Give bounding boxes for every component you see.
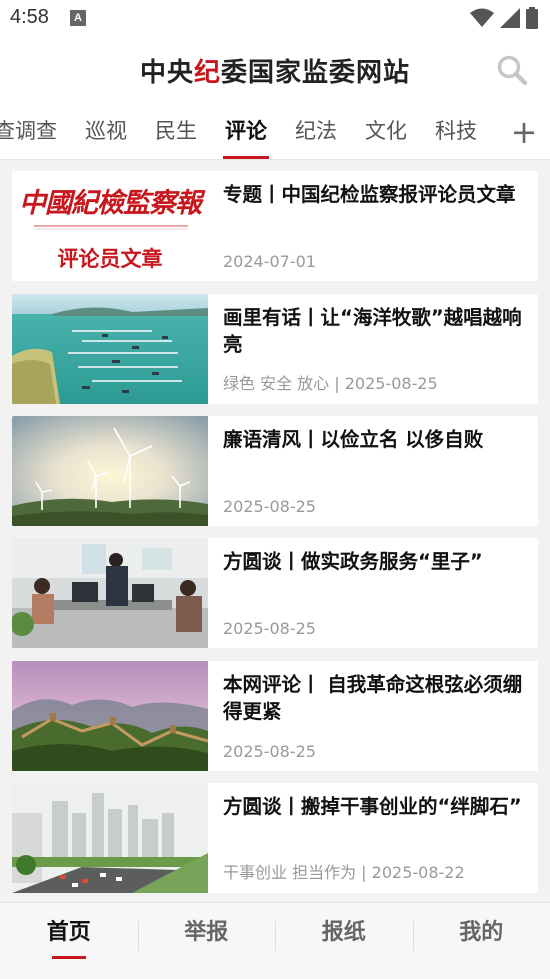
battery-icon [526,7,538,29]
tab-label: 民生 [155,119,197,143]
tab-diaocha[interactable]: 查调查 [0,104,71,159]
article-title: 方圆谈丨搬掉干事创业的“绊脚石” [223,795,522,818]
site-title-accent: 纪 [193,58,221,88]
article-thumbnail [12,294,208,404]
tab-label: 巡视 [85,119,127,143]
article-thumbnail [12,783,208,893]
tab-wenhua[interactable]: 文化 [351,104,421,159]
tab-label: 科技 [435,119,477,143]
tab-label: 纪法 [295,119,337,143]
nav-label: 我的 [459,919,504,945]
wind-turbine-image [12,416,208,526]
great-wall-image [12,661,208,771]
sea-farm-image [12,294,208,404]
article-card[interactable]: 方圆谈丨搬掉干事创业的“绊脚石” 干事创业 担当作为 | 2025-08-22 [12,783,538,893]
notification-icon: A [70,10,86,26]
bottom-navigation: 首页 举报 报纸 我的 [0,902,550,979]
article-title: 本网评论丨 自我革命这根弦必须绷得更紧 [223,673,523,723]
banner-caption: 评论员文章 [57,247,163,271]
nav-label: 举报 [184,919,229,945]
nav-label: 首页 [46,919,91,945]
site-title-pre: 中央 [139,58,194,88]
status-icons [470,6,538,30]
wifi-icon [470,8,494,27]
nav-home[interactable]: 首页 [0,903,138,963]
article-card[interactable]: 画里有话丨让“海洋牧歌”越唱越响亮 绿色 安全 放心 | 2025-08-25 [12,294,538,404]
article-meta: 2024-07-01 [223,252,316,271]
tab-minsheng[interactable]: 民生 [141,104,211,159]
nav-mine[interactable]: 我的 [412,903,550,963]
article-feed: 中國紀檢監察報 评论员文章 专题丨中国纪检监察报评论员文章 2024-07-01 [0,160,550,902]
article-title: 画里有话丨让“海洋牧歌”越唱越响亮 [223,306,522,356]
tab-list: 查调查 巡视 民生 评论 纪法 文化 科技 [0,104,491,159]
signal-icon [500,8,520,28]
tab-label: 文化 [365,119,407,143]
tab-label: 评论 [225,119,267,143]
article-title: 专题丨中国纪检监察报评论员文章 [223,183,516,206]
article-card[interactable]: 廉语清风丨以俭立名 以侈自败 2025-08-25 [12,416,538,526]
tab-xunshi[interactable]: 巡视 [71,104,141,159]
article-meta: 2025-08-25 [223,619,316,638]
article-thumbnail [12,661,208,771]
status-bar: 4:58 A [0,0,550,38]
article-thumbnail [12,538,208,648]
nav-report[interactable]: 举报 [137,903,276,963]
article-card[interactable]: 本网评论丨 自我革命这根弦必须绷得更紧 2025-08-25 [12,661,538,771]
article-title: 方圆谈丨做实政务服务“里子” [223,550,483,573]
app-header: 中央纪委国家监委网站 [0,38,550,104]
site-title: 中央纪委国家监委网站 [0,52,550,89]
tab-jifa[interactable]: 纪法 [281,104,351,159]
service-hall-image [12,538,208,648]
article-thumbnail [12,416,208,526]
article-meta: 绿色 安全 放心 | 2025-08-25 [223,374,438,393]
article-thumbnail: 中國紀檢監察報 评论员文章 [12,171,208,281]
article-title: 廉语清风丨以俭立名 以侈自败 [223,428,484,451]
status-time: 4:58 [10,6,49,28]
article-card[interactable]: 方圆谈丨做实政务服务“里子” 2025-08-25 [12,538,538,648]
article-meta: 2025-08-25 [223,742,316,761]
site-title-post: 委国家监委网站 [221,58,411,88]
article-meta: 干事创业 担当作为 | 2025-08-22 [223,863,465,882]
article-card[interactable]: 中國紀檢監察報 评论员文章 专题丨中国纪检监察报评论员文章 2024-07-01 [12,171,538,281]
search-icon[interactable] [496,54,528,86]
plus-icon: + [510,113,538,151]
tab-label: 查调查 [0,119,57,143]
nav-newspaper[interactable]: 报纸 [275,903,413,963]
tab-pinglun[interactable]: 评论 [211,104,281,159]
channel-tabs: 查调查 巡视 民生 评论 纪法 文化 科技 + [0,104,550,160]
add-channel-button[interactable]: + [498,104,550,159]
city-road-image [12,783,208,893]
masthead-text: 中國紀檢監察報 [19,188,202,219]
article-meta: 2025-08-25 [223,497,316,516]
nav-label: 报纸 [321,919,366,945]
